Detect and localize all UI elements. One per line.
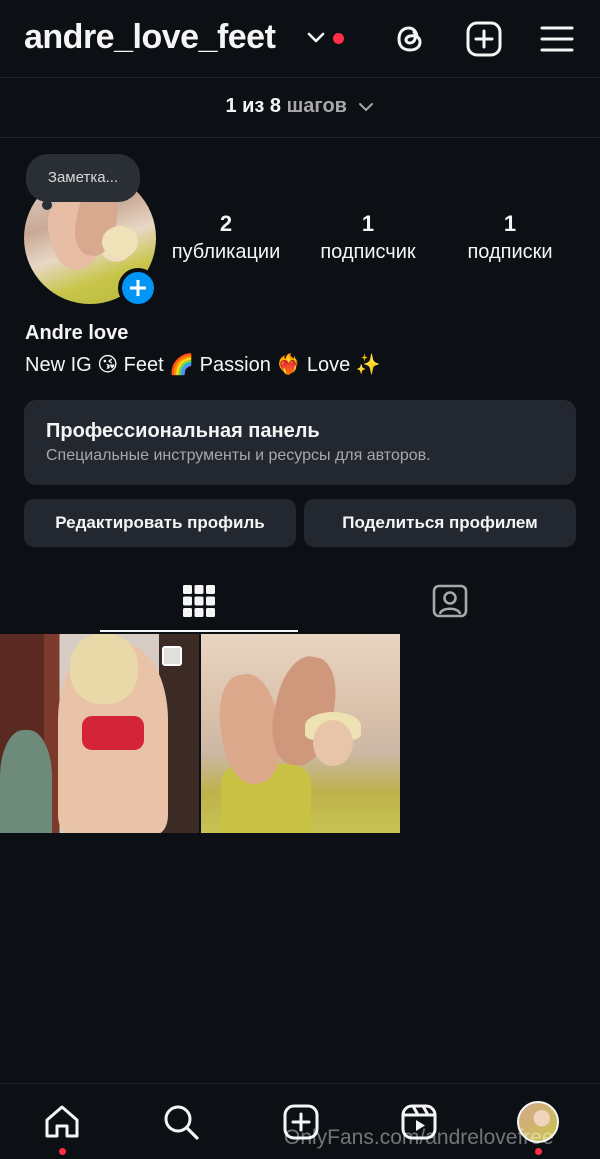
tagged-icon	[432, 584, 468, 618]
search-icon[interactable]	[161, 1102, 201, 1142]
share-profile-button[interactable]: Поделиться профилем	[304, 499, 576, 547]
chevron-down-icon	[358, 102, 373, 112]
threads-icon[interactable]	[390, 19, 430, 59]
grid-icon	[183, 585, 215, 617]
profile-bio: New IG 😘 Feet 🌈 Passion ❤️‍🔥 Love ✨	[25, 354, 381, 376]
edit-profile-button[interactable]: Редактировать профиль	[24, 499, 296, 547]
stat-following[interactable]: 1 подписки	[458, 210, 562, 266]
home-icon[interactable]	[42, 1102, 82, 1142]
add-story-icon[interactable]	[118, 268, 158, 308]
account-switcher-username[interactable]: andre_love_feet	[24, 18, 276, 57]
watermark: OnlyFans.com/andrelovefree	[284, 1126, 554, 1149]
chevron-down-icon[interactable]	[306, 27, 326, 47]
stat-followers[interactable]: 1 подписчик	[310, 210, 426, 266]
tab-tagged[interactable]	[351, 574, 549, 632]
stat-following-count: 1	[503, 211, 517, 236]
tab-posts-grid[interactable]	[100, 574, 298, 632]
carousel-icon	[162, 646, 182, 666]
notification-dot	[333, 33, 344, 44]
professional-dashboard[interactable]: Профессиональная панель Специальные инст…	[24, 400, 576, 485]
create-post-icon[interactable]	[464, 19, 504, 59]
stat-posts[interactable]: 2 публикации	[166, 210, 286, 266]
steps-progress: 1 из 8	[225, 95, 282, 117]
onboarding-steps[interactable]: 1 из 8 шагов	[0, 78, 600, 138]
stat-posts-count: 2	[219, 211, 233, 236]
professional-dashboard-title: Профессиональная панель	[46, 420, 320, 442]
post-thumbnail[interactable]	[201, 634, 400, 833]
menu-icon[interactable]	[537, 19, 577, 59]
home-notification-dot	[59, 1148, 66, 1155]
top-bar: andre_love_feet	[0, 0, 600, 78]
stat-followers-label: подписчик	[320, 241, 416, 263]
post-thumbnail[interactable]	[0, 634, 199, 833]
profile-full-name: Andre love	[25, 322, 129, 344]
note-bubble[interactable]: Заметка...	[26, 154, 140, 210]
stat-followers-count: 1	[361, 211, 375, 236]
steps-label: шагов	[286, 95, 347, 117]
professional-dashboard-subtitle: Специальные инструменты и ресурсы для ав…	[46, 447, 431, 464]
stat-following-label: подписки	[467, 241, 553, 263]
stat-posts-label: публикации	[171, 241, 281, 263]
